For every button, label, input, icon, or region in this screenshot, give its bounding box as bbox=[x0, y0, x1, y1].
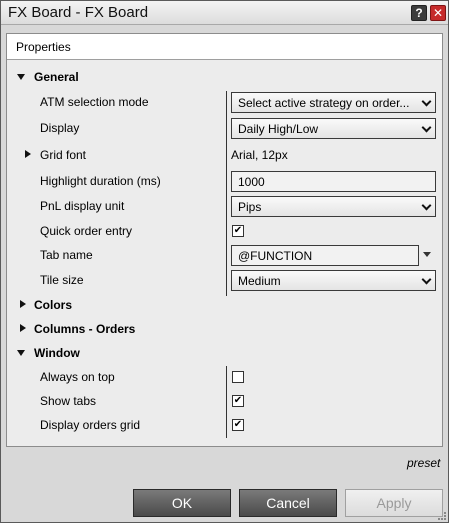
highlight-duration-input[interactable]: 1000 bbox=[231, 171, 436, 192]
chevron-down-icon bbox=[421, 96, 432, 107]
prop-label: ATM selection mode bbox=[40, 95, 149, 109]
expand-arrow-right-icon[interactable] bbox=[20, 324, 26, 332]
category-columns-orders[interactable]: Columns - Orders bbox=[7, 317, 442, 341]
prop-label: Show tabs bbox=[40, 394, 97, 408]
atm-selection-mode-select[interactable]: Select active strategy on order... bbox=[231, 92, 436, 113]
category-general[interactable]: General bbox=[7, 65, 442, 89]
grid-font-value[interactable]: Arial, 12px bbox=[231, 148, 288, 162]
prop-display: Display Daily High/Low bbox=[7, 116, 442, 140]
select-value: Daily High/Low bbox=[238, 122, 319, 136]
close-button[interactable]: ✕ bbox=[430, 5, 446, 21]
title-bar[interactable]: FX Board - FX Board ? ✕ bbox=[1, 1, 448, 25]
dialog-window: FX Board - FX Board ? ✕ Properties Gener… bbox=[0, 0, 449, 523]
expand-arrow-down-icon[interactable] bbox=[17, 350, 25, 356]
category-window[interactable]: Window bbox=[7, 341, 442, 365]
always-on-top-checkbox[interactable] bbox=[232, 371, 244, 383]
prop-always-on-top: Always on top bbox=[7, 365, 442, 389]
prop-label: Display bbox=[40, 121, 80, 135]
prop-tab-name: Tab name @FUNCTION bbox=[7, 243, 442, 267]
preset-link[interactable]: preset bbox=[407, 456, 440, 470]
chevron-down-icon bbox=[421, 122, 432, 133]
prop-tile-size: Tile size Medium bbox=[7, 268, 442, 292]
input-value: 1000 bbox=[238, 175, 265, 189]
prop-label: Grid font bbox=[40, 148, 87, 162]
display-orders-grid-checkbox[interactable]: ✔ bbox=[232, 419, 244, 431]
chevron-down-icon bbox=[421, 274, 432, 285]
prop-label: PnL display unit bbox=[40, 199, 125, 213]
properties-header-label: Properties bbox=[16, 40, 71, 54]
prop-label: Tile size bbox=[40, 273, 84, 287]
properties-header: Properties bbox=[7, 34, 442, 60]
display-select[interactable]: Daily High/Low bbox=[231, 118, 436, 139]
help-button[interactable]: ? bbox=[411, 5, 427, 21]
select-value: Select active strategy on order... bbox=[238, 96, 410, 110]
prop-label: Quick order entry bbox=[40, 224, 133, 238]
tab-name-dropdown-icon[interactable] bbox=[423, 252, 431, 257]
tab-name-input[interactable]: @FUNCTION bbox=[231, 245, 419, 266]
prop-display-orders-grid: Display orders grid ✔ bbox=[7, 413, 442, 437]
category-window-label: Window bbox=[34, 346, 80, 360]
chevron-down-icon bbox=[421, 200, 432, 211]
prop-label: Display orders grid bbox=[40, 418, 141, 432]
select-value: Medium bbox=[238, 274, 281, 288]
category-colors-label: Colors bbox=[34, 298, 73, 312]
input-value: @FUNCTION bbox=[238, 249, 313, 263]
category-general-label: General bbox=[34, 70, 79, 84]
category-columns-orders-label: Columns - Orders bbox=[34, 322, 136, 336]
select-value: Pips bbox=[238, 200, 262, 214]
cancel-button[interactable]: Cancel bbox=[239, 489, 337, 517]
expand-arrow-right-icon[interactable] bbox=[20, 300, 26, 308]
prop-show-tabs: Show tabs ✔ bbox=[7, 389, 442, 413]
prop-label: Tab name bbox=[40, 248, 93, 262]
prop-pnl-display-unit: PnL display unit Pips bbox=[7, 194, 442, 218]
apply-button[interactable]: Apply bbox=[345, 489, 443, 517]
quick-order-entry-checkbox[interactable]: ✔ bbox=[232, 225, 244, 237]
prop-highlight-duration: Highlight duration (ms) 1000 bbox=[7, 169, 442, 193]
pnl-display-unit-select[interactable]: Pips bbox=[231, 196, 436, 217]
prop-atm-selection-mode: ATM selection mode Select active strateg… bbox=[7, 90, 442, 114]
window-title: FX Board - FX Board bbox=[8, 4, 149, 21]
prop-label: Highlight duration (ms) bbox=[40, 174, 161, 188]
expand-arrow-right-icon[interactable] bbox=[25, 150, 31, 158]
prop-grid-font[interactable]: Grid font Arial, 12px bbox=[7, 143, 442, 167]
properties-panel: Properties General ATM selection mode Se… bbox=[6, 33, 443, 447]
tile-size-select[interactable]: Medium bbox=[231, 270, 436, 291]
show-tabs-checkbox[interactable]: ✔ bbox=[232, 395, 244, 407]
ok-button[interactable]: OK bbox=[133, 489, 231, 517]
resize-grip-icon[interactable] bbox=[438, 512, 446, 520]
prop-label: Always on top bbox=[40, 370, 115, 384]
expand-arrow-down-icon[interactable] bbox=[17, 74, 25, 80]
category-colors[interactable]: Colors bbox=[7, 293, 442, 317]
prop-quick-order-entry: Quick order entry ✔ bbox=[7, 219, 442, 243]
